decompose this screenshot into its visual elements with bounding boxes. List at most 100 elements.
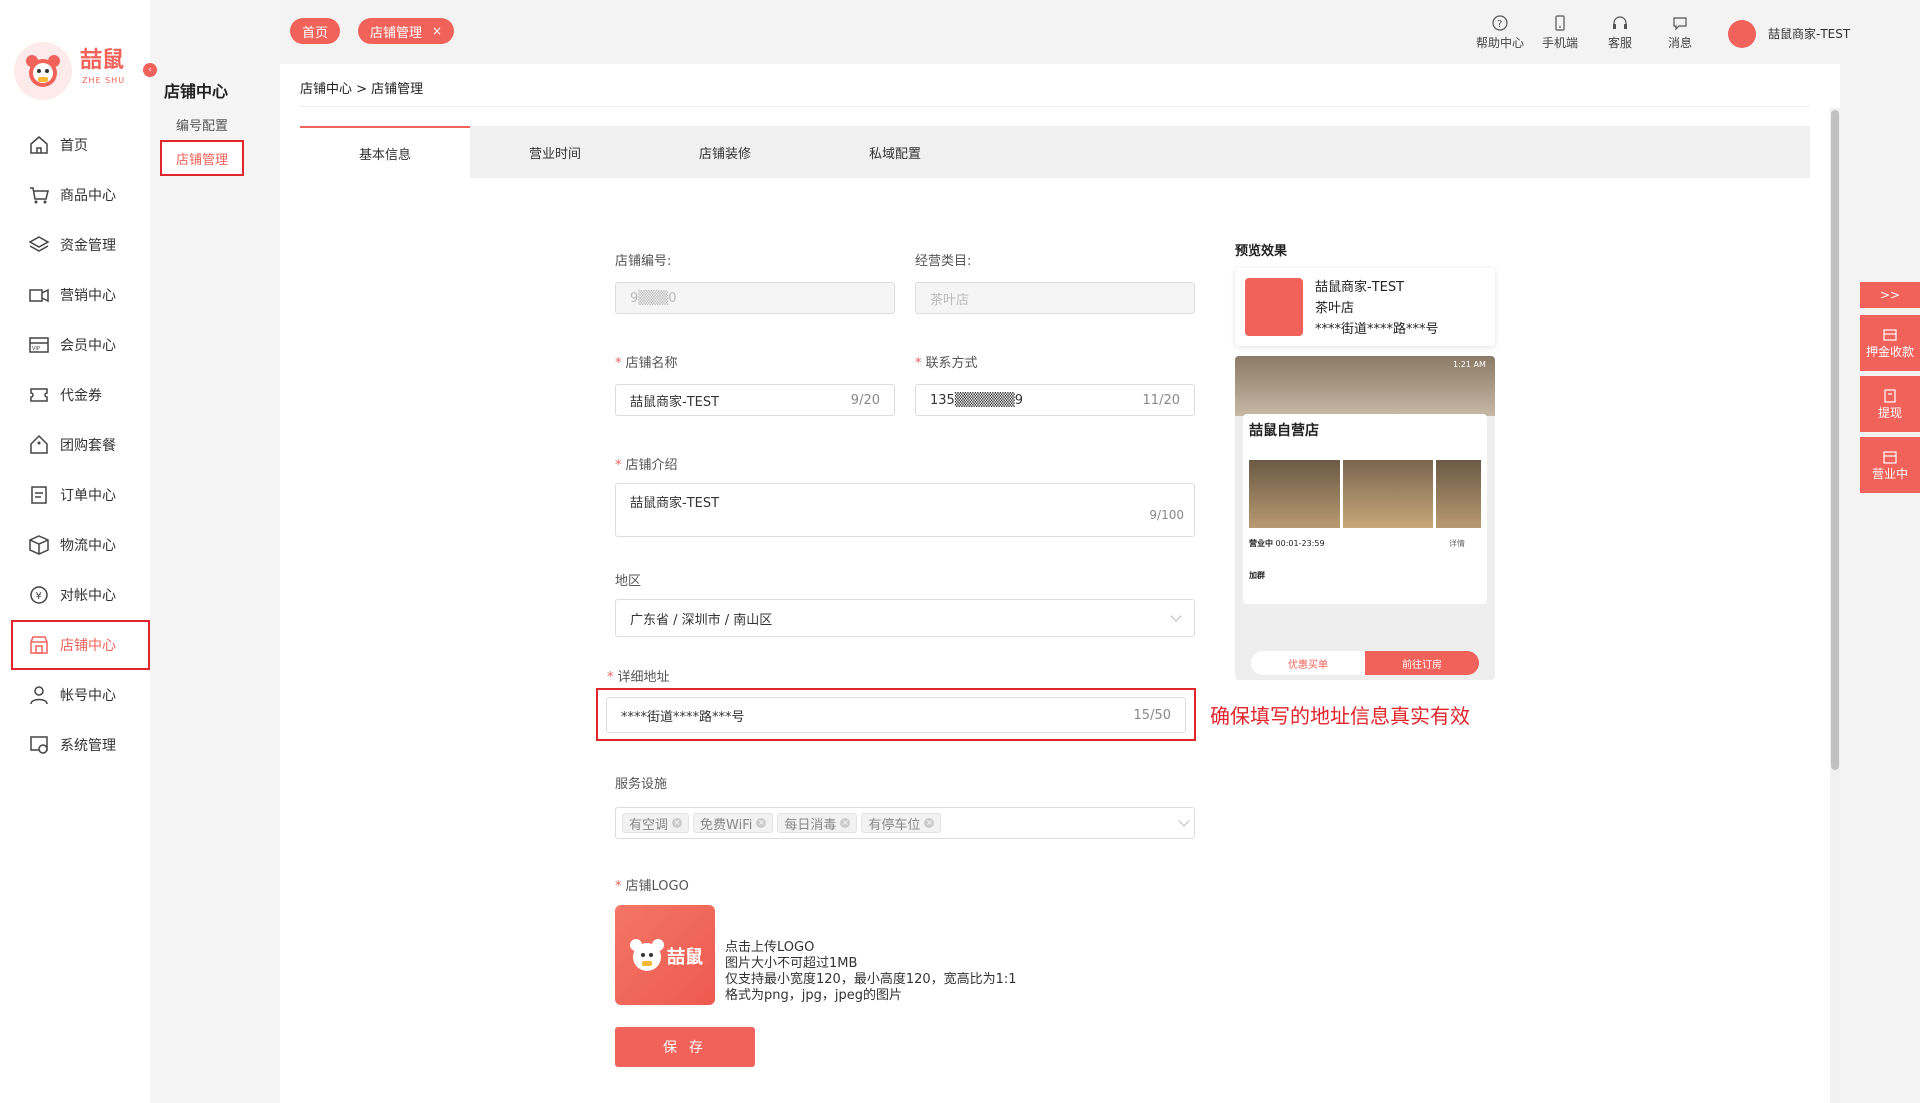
tag-label: 首页 — [302, 25, 329, 41]
nav-home[interactable]: 首页 — [0, 125, 150, 165]
preview-address: ****街道****路***号 — [1315, 322, 1439, 337]
tab-private-config[interactable]: 私域配置 — [810, 126, 980, 178]
help-label: 帮助中心 — [1475, 36, 1524, 50]
nav-label: 会员中心 — [60, 338, 116, 354]
address-value: ****街道****路***号 — [621, 709, 745, 725]
sub-nav-title: 店铺中心 — [164, 82, 229, 101]
tab-tag-home[interactable]: 首页 — [290, 18, 341, 44]
preview-title: 预览效果 — [1235, 244, 1288, 259]
close-icon[interactable]: × — [432, 24, 442, 38]
user-icon — [30, 686, 48, 705]
home-icon — [30, 136, 48, 154]
preview-card: 喆鼠商家-TEST 茶叶店 ****街道****路***号 — [1235, 268, 1495, 346]
category-field: 茶叶店 — [915, 282, 1195, 314]
nav-account[interactable]: 帐号中心 — [0, 675, 150, 715]
headset-icon — [1613, 16, 1627, 29]
intro-textarea[interactable]: 喆鼠商家-TEST 9/100 — [615, 483, 1195, 537]
phone-btn-pay: 优惠买单 — [1251, 651, 1365, 675]
phone-join: 加群 — [1249, 571, 1265, 580]
deposit-label: 押金收款 — [1865, 344, 1914, 359]
facility-chip[interactable]: 有停车位 × — [861, 813, 942, 833]
nav-reconcile[interactable]: ¥ 对帐中心 — [0, 575, 150, 615]
help-icon: ? — [1492, 15, 1508, 31]
tab-business-hours[interactable]: 营业时间 — [470, 126, 640, 178]
user-name[interactable]: 喆鼠商家-TEST — [1768, 25, 1850, 42]
nav-system[interactable]: 系统管理 — [0, 725, 150, 765]
mobile-icon — [1555, 15, 1565, 31]
facility-chip[interactable]: 每日消毒 × — [777, 813, 858, 833]
nav-logistics[interactable]: 物流中心 — [0, 525, 150, 565]
store-name-count: 9/20 — [850, 392, 880, 408]
required-mark: * — [615, 458, 622, 473]
customer-service[interactable]: 客服 — [1590, 14, 1650, 51]
nav-orders[interactable]: 订单中心 — [0, 475, 150, 515]
phone-store-name: 喆鼠自营店 — [1249, 423, 1319, 439]
chevron-down-icon — [1178, 815, 1190, 827]
contact-input[interactable]: 135▒▒▒▒▒▒9 11/20 — [915, 384, 1195, 416]
avatar[interactable] — [1728, 20, 1756, 48]
open-label: 营业中 — [1249, 539, 1273, 548]
sub-nav-number-config[interactable]: 编号配置 — [160, 106, 244, 142]
mobile-label: 手机端 — [1541, 36, 1578, 50]
deposit-collect-button[interactable]: 押金收款 — [1860, 315, 1920, 371]
store-no-label: 店铺编号: — [615, 254, 672, 269]
region-select[interactable]: 广东省 / 深圳市 / 南山区 — [615, 599, 1195, 637]
nav-label: 对帐中心 — [60, 588, 116, 604]
tab-basic-info[interactable]: 基本信息 — [300, 126, 470, 178]
nav-store[interactable]: 店铺中心 — [11, 620, 150, 670]
settings-icon — [30, 736, 48, 754]
logo-brand-text: 喆鼠 — [667, 946, 703, 968]
logo-hint: 图片大小不可超过1MB — [725, 956, 858, 971]
address-input[interactable]: ****街道****路***号 15/50 — [606, 697, 1186, 733]
card-icon — [1883, 328, 1897, 341]
intro-label-text: 店铺介绍 — [625, 458, 678, 473]
address-label: * 详细地址 — [607, 666, 670, 685]
svg-text:?: ? — [1497, 19, 1502, 30]
nav-products[interactable]: 商品中心 — [0, 175, 150, 215]
close-icon[interactable]: × — [672, 818, 683, 828]
chip-label: 免费WiFi — [700, 817, 753, 833]
save-button[interactable]: 保 存 — [615, 1027, 755, 1067]
nav-members[interactable]: VIP 会员中心 — [0, 325, 150, 365]
business-status-button[interactable]: 营业中 — [1860, 437, 1920, 493]
phone-actions: 优惠买单 前往订房 — [1251, 651, 1479, 675]
order-icon — [31, 486, 47, 504]
nav-label: 资金管理 — [60, 238, 116, 254]
right-panel-toggle[interactable]: >> — [1860, 282, 1920, 308]
logo-upload[interactable]: 喆鼠 — [615, 905, 715, 1005]
nav-group-buy[interactable]: 团购套餐 — [0, 425, 150, 465]
facilities-select[interactable]: 有空调 × 免费WiFi × 每日消毒 × 有停车位 × — [615, 807, 1195, 839]
logo-hint[interactable]: 点击上传LOGO — [725, 940, 1017, 956]
withdraw-button[interactable]: 提现 — [1860, 376, 1920, 432]
facility-chip[interactable]: 免费WiFi × — [693, 813, 774, 833]
calendar-icon — [1883, 450, 1897, 464]
vip-card-icon: VIP — [29, 337, 49, 353]
store-name-input[interactable]: 喆鼠商家-TEST 9/20 — [615, 384, 895, 416]
messages[interactable]: 消息 — [1650, 14, 1710, 51]
facility-chip[interactable]: 有空调 × — [622, 813, 690, 833]
intro-count: 9/100 — [1149, 508, 1184, 522]
logo-hint: 仅支持最小宽度120，最小高度120，宽高比为1:1 — [725, 972, 1017, 987]
collapse-sidebar-icon[interactable]: ‹ — [143, 63, 157, 77]
close-icon[interactable]: × — [756, 818, 767, 828]
chip-label: 有停车位 — [868, 817, 921, 833]
nav-finance[interactable]: 资金管理 — [0, 225, 150, 265]
nav-label: 订单中心 — [60, 488, 116, 504]
tab-store-decoration[interactable]: 店铺装修 — [640, 126, 810, 178]
help-center[interactable]: ? 帮助中心 — [1470, 14, 1530, 51]
business-status-label: 营业中 — [1871, 466, 1908, 481]
main-content — [280, 64, 1840, 1103]
nav-vouchers[interactable]: 代金券 — [0, 375, 150, 415]
close-icon[interactable]: × — [924, 818, 935, 828]
divider — [300, 106, 1810, 107]
contact-value: 135▒▒▒▒▒▒9 — [930, 392, 1024, 408]
scrollbar-thumb[interactable] — [1831, 110, 1839, 770]
tab-bar: 基本信息 营业时间 店铺装修 私域配置 — [300, 126, 1810, 178]
tab-tag-store-manage[interactable]: 店铺管理 × — [358, 18, 455, 44]
mobile-link[interactable]: 手机端 — [1530, 14, 1590, 51]
close-icon[interactable]: × — [840, 818, 851, 828]
svg-text:VIP: VIP — [32, 346, 40, 352]
category-value: 茶叶店 — [930, 292, 970, 308]
sub-nav-store-manage[interactable]: 店铺管理 — [160, 140, 244, 176]
nav-marketing[interactable]: 营销中心 — [0, 275, 150, 315]
